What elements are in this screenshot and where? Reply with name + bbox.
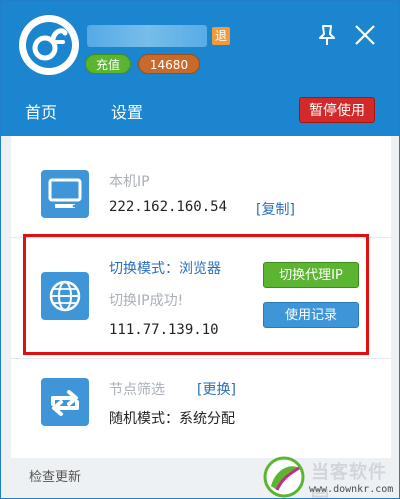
watermark-logo-icon: [263, 456, 305, 498]
app-window: 退 充值 14680 首页 设置 暂停使用 本机IP 222.162.160.5…: [0, 0, 400, 499]
switch-status-text: 切换IP成功!: [109, 293, 184, 309]
tab-home[interactable]: 首页: [25, 101, 57, 125]
tab-settings[interactable]: 设置: [111, 101, 143, 125]
proxy-ip-value: 111.77.139.10: [109, 322, 219, 338]
logout-button[interactable]: 退: [212, 27, 230, 45]
monitor-icon: [41, 170, 89, 218]
local-ip-value: 222.162.160.54: [109, 199, 228, 215]
active-tab-indicator: [19, 129, 73, 144]
usage-history-button[interactable]: 使用记录: [263, 302, 359, 328]
refresh-arrows-icon: [41, 378, 89, 426]
node-filter-label: 节点筛选: [109, 382, 165, 398]
close-icon[interactable]: [353, 23, 377, 47]
recharge-button[interactable]: 充值: [85, 54, 131, 74]
globe-icon: [41, 272, 89, 320]
switch-mode-label: 切换模式：浏览器: [109, 261, 221, 277]
username-blurred: [87, 25, 207, 47]
pin-icon[interactable]: [315, 23, 339, 47]
check-update-link[interactable]: 检查更新: [29, 466, 81, 485]
points-badge: 14680: [138, 54, 200, 74]
header: 退 充值 14680 首页 设置 暂停使用: [1, 1, 399, 144]
watermark-url: www.downkr.com: [309, 484, 394, 495]
local-ip-label: 本机IP: [109, 174, 150, 190]
copy-ip-link[interactable]: [复制]: [256, 199, 295, 219]
change-node-link[interactable]: [更换]: [197, 379, 236, 399]
pause-button[interactable]: 暂停使用: [299, 97, 375, 123]
app-logo-icon: [19, 15, 79, 75]
node-mode-text: 随机模式：系统分配: [109, 411, 235, 427]
main-panel: 本机IP 222.162.160.54 [复制] 切换模式：浏览器 切换IP成功…: [11, 136, 391, 458]
footer: 检查更新 当客软件园 www.downkr.com: [1, 456, 399, 498]
divider: [11, 358, 391, 359]
switch-proxy-ip-button[interactable]: 切换代理IP: [263, 262, 359, 288]
